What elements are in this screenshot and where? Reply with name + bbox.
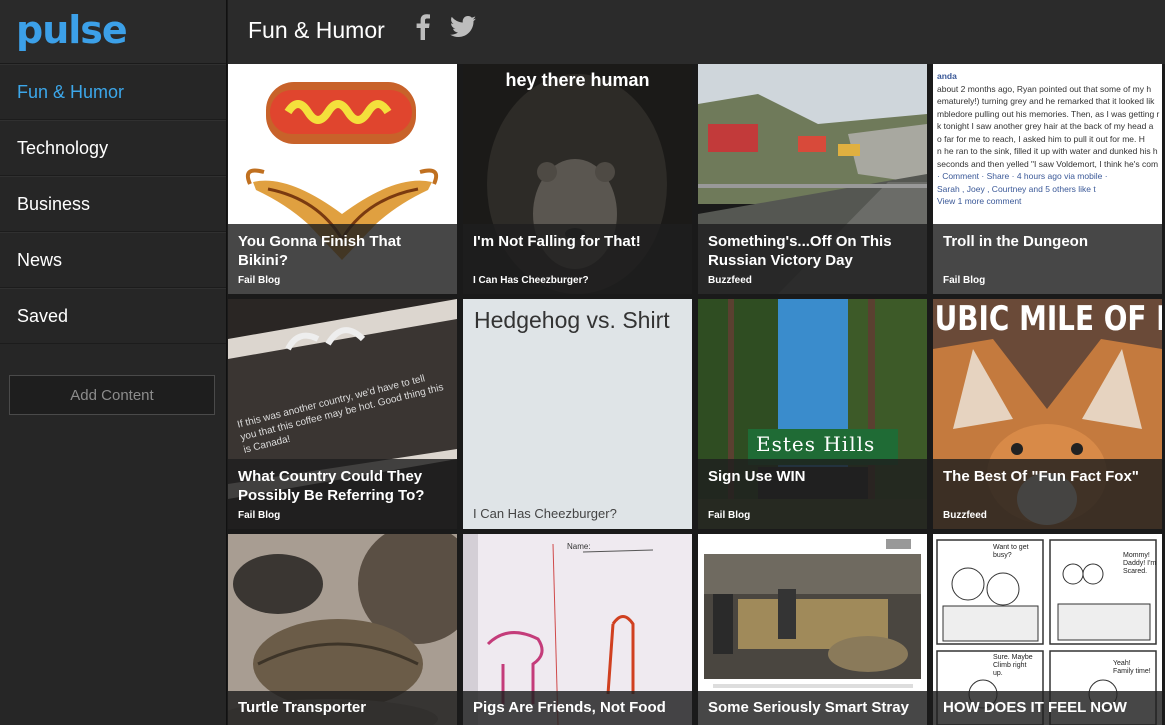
page-title: Fun & Humor bbox=[248, 17, 385, 43]
fb-post-line: View 1 more comment bbox=[937, 196, 1022, 206]
logo-bar: pulse bbox=[0, 0, 226, 64]
fb-post-line: k tonight I saw another grey hair at the… bbox=[937, 121, 1154, 131]
comic-balloon: Mommy! Daddy! I'm Scared. bbox=[1123, 552, 1157, 575]
article-tile[interactable]: anda about 2 months ago, Ryan pointed ou… bbox=[933, 64, 1162, 294]
fb-post-line: n he ran to the sink, filled it up with … bbox=[937, 146, 1158, 156]
comic-balloon: Want to get busy? bbox=[993, 544, 1029, 559]
article-tile[interactable]: Estes Hills Sign Use WIN Fail Blog bbox=[698, 299, 927, 529]
article-tile[interactable]: Turtle Transporter bbox=[228, 534, 457, 725]
article-tile[interactable]: hey there human I'm Not Falling for That… bbox=[463, 64, 692, 294]
sign-text: Estes Hills bbox=[756, 432, 876, 456]
article-tile[interactable]: Something's...Off On This Russian Victor… bbox=[698, 64, 927, 294]
article-caption: Turtle Transporter bbox=[228, 691, 457, 725]
article-caption: I'm Not Falling for That! I Can Has Chee… bbox=[463, 224, 692, 294]
article-caption: HOW DOES IT FEEL NOW bbox=[933, 691, 1162, 725]
meme-text: hey there human bbox=[505, 70, 650, 90]
article-title: Turtle Transporter bbox=[238, 699, 367, 716]
sidebar-item-business[interactable]: Business bbox=[0, 176, 226, 232]
article-caption: What Country Could They Possibly Be Refe… bbox=[228, 459, 457, 529]
fb-post-line: seconds and then yelled "I saw Voldemort… bbox=[937, 158, 1159, 169]
fb-post-line: · Comment · Share · 4 hours ago via mobi… bbox=[937, 171, 1108, 181]
header: Fun & Humor bbox=[228, 0, 1165, 64]
article-tile[interactable]: You Gonna Finish That Bikini? Fail Blog bbox=[228, 64, 457, 294]
article-title: I'm Not Falling for That! bbox=[473, 233, 641, 250]
article-caption: Some Seriously Smart Stray bbox=[698, 691, 927, 725]
worksheet-label: Name: bbox=[567, 542, 591, 551]
meme-text: UBIC MILE OF I bbox=[934, 299, 1162, 339]
article-title: Hedgehog vs. Shirt bbox=[474, 307, 670, 333]
fb-post-line: Sarah , Joey , Courtney and 5 others lik… bbox=[937, 183, 1096, 194]
sidebar-item-saved[interactable]: Saved bbox=[0, 288, 226, 344]
comic-balloon: Yeah! Family time! bbox=[1113, 660, 1151, 675]
fb-post-line: mbledore pulling out his memories. Then,… bbox=[937, 108, 1160, 119]
article-title: The Best Of "Fun Fact Fox" bbox=[943, 468, 1139, 485]
article-title: You Gonna Finish That Bikini? bbox=[238, 233, 402, 269]
article-title: Some Seriously Smart Stray bbox=[708, 699, 909, 716]
article-source: Fail Blog bbox=[238, 510, 281, 521]
article-tile[interactable]: UBIC MILE OF I The Best Of "Fun Fact Fox… bbox=[933, 299, 1162, 529]
comic-balloon: Sure. Maybe Climb right up. bbox=[993, 654, 1033, 677]
article-caption: The Best Of "Fun Fact Fox" Buzzfeed bbox=[933, 459, 1162, 529]
article-caption: Sign Use WIN Fail Blog bbox=[698, 459, 927, 529]
article-tile[interactable]: Some Seriously Smart Stray bbox=[698, 534, 927, 725]
article-tile[interactable]: Hedgehog vs. Shirt I Can Has Cheezburger… bbox=[463, 299, 692, 529]
twitter-icon[interactable] bbox=[450, 16, 476, 38]
article-title: Sign Use WIN bbox=[708, 468, 806, 485]
article-caption: Something's...Off On This Russian Victor… bbox=[698, 224, 927, 294]
article-caption: Troll in the Dungeon Fail Blog bbox=[933, 224, 1162, 294]
article-tile[interactable]: If this was another country, we'd have t… bbox=[228, 299, 457, 529]
article-source: I Can Has Cheezburger? bbox=[473, 275, 589, 286]
article-source: Fail Blog bbox=[708, 510, 751, 521]
fb-post-line: ematurely!) turning grey and he remarked… bbox=[937, 96, 1155, 106]
article-source: Buzzfeed bbox=[708, 275, 752, 286]
article-source: Fail Blog bbox=[943, 275, 986, 286]
sidebar-item-fun-humor[interactable]: Fun & Humor bbox=[0, 64, 226, 120]
fb-post-line: about 2 months ago, Ryan pointed out tha… bbox=[937, 83, 1152, 94]
facebook-icon[interactable] bbox=[416, 14, 430, 40]
article-title: What Country Could They Possibly Be Refe… bbox=[238, 468, 425, 504]
article-tile[interactable]: Name: Pigs Are Friends, Not Food bbox=[463, 534, 692, 725]
article-title: Troll in the Dungeon bbox=[943, 233, 1088, 250]
article-caption: Pigs Are Friends, Not Food bbox=[463, 691, 692, 725]
sidebar-item-technology[interactable]: Technology bbox=[0, 120, 226, 176]
fb-post-line: o far for me to reach, I asked him to pu… bbox=[937, 133, 1145, 144]
article-title: Something's...Off On This Russian Victor… bbox=[708, 233, 892, 269]
article-source: Buzzfeed bbox=[943, 510, 987, 521]
fb-post-line: anda bbox=[937, 71, 957, 81]
article-title: Pigs Are Friends, Not Food bbox=[473, 699, 666, 716]
article-grid: You Gonna Finish That Bikini? Fail Blog … bbox=[228, 64, 1165, 725]
article-source: Fail Blog bbox=[238, 275, 281, 286]
article-source: I Can Has Cheezburger? bbox=[473, 506, 617, 521]
sidebar-item-news[interactable]: News bbox=[0, 232, 226, 288]
facebook-post-image: anda about 2 months ago, Ryan pointed ou… bbox=[933, 64, 1162, 208]
article-caption: You Gonna Finish That Bikini? Fail Blog bbox=[228, 224, 457, 294]
article-title: HOW DOES IT FEEL NOW bbox=[943, 699, 1127, 716]
article-tile[interactable]: Want to get busy? Mommy! Daddy! I'm Scar… bbox=[933, 534, 1162, 725]
sidebar: pulse Fun & Humor Technology Business Ne… bbox=[0, 0, 227, 725]
add-content-button[interactable]: Add Content bbox=[9, 375, 215, 415]
pulse-logo[interactable]: pulse bbox=[16, 8, 128, 52]
